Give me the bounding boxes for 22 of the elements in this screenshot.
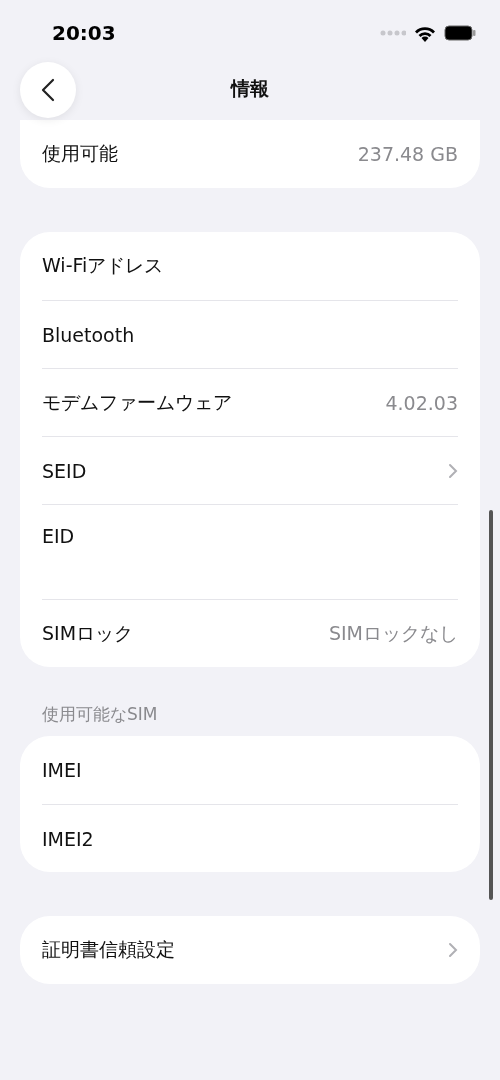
chevron-icon: [448, 942, 458, 958]
page-title: 情報: [231, 76, 269, 101]
row-label: SIMロック: [42, 620, 134, 646]
row-label: モデムファームウェア: [42, 389, 232, 415]
back-icon: [41, 78, 55, 102]
wifi-icon: [414, 24, 436, 42]
section-header: 使用可能なSIM: [41, 703, 159, 726]
row-value: 4.02.03: [385, 391, 458, 414]
row-value: SIMロックなし: [328, 620, 458, 646]
row-label: Wi-Fiアドレス: [42, 253, 164, 278]
battery-icon: [444, 25, 476, 41]
signal-icon: [380, 30, 406, 36]
row-label: IMEI2: [42, 827, 94, 850]
row-value: 237.48 GB: [357, 143, 458, 165]
row-label: 使用可能: [42, 141, 118, 166]
row-label: Bluetooth: [42, 323, 135, 346]
row-label: 証明書信頼設定: [42, 937, 175, 962]
row-label: SEID: [42, 459, 87, 482]
row-label: IMEI: [42, 759, 82, 781]
row-label: EID: [42, 525, 75, 547]
status-time: 20:03: [52, 21, 116, 45]
chevron-icon: [448, 462, 458, 479]
